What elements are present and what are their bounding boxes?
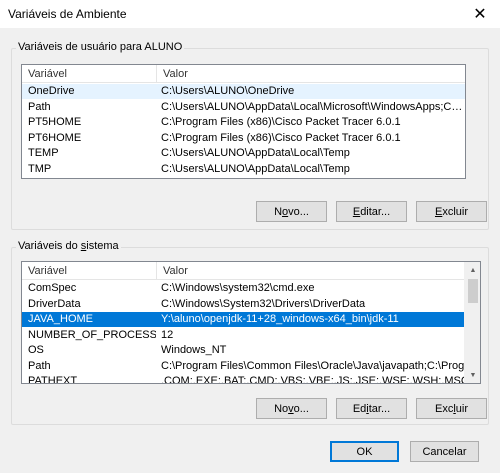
- cell-value: C:\Users\ALUNO\AppData\Local\Temp: [161, 162, 350, 175]
- table-row[interactable]: TEMP C:\Users\ALUNO\AppData\Local\Temp: [22, 146, 465, 161]
- table-row[interactable]: PT5HOME C:\Program Files (x86)\Cisco Pack…: [22, 115, 465, 130]
- system-edit-button[interactable]: Editar...: [336, 398, 407, 419]
- cell-variable: OneDrive: [28, 85, 75, 97]
- cell-value: C:\Program Files (x86)\Cisco Packet Trac…: [161, 116, 401, 128]
- table-row[interactable]: Path C:\Users\ALUNO\AppData\Local\Microso…: [22, 100, 465, 115]
- system-variables-group-label: Variáveis do sistema: [16, 240, 121, 252]
- cell-value: C:\Windows\System32\Drivers\DriverData: [161, 297, 366, 310]
- cell-variable: JAVA_HOME: [28, 313, 93, 325]
- cell-value: 12: [161, 328, 174, 341]
- table-row[interactable]: TMP C:\Users\ALUNO\AppData\Local\Temp: [22, 162, 465, 177]
- table-row[interactable]: Path C:\Program Files\Common Files\Oracle…: [22, 359, 480, 374]
- cell-value: C:\Users\ALUNO\OneDrive: [161, 85, 295, 97]
- cell-value: C:\Users\ALUNO\AppData\Local\Temp: [161, 147, 350, 159]
- column-header-variable[interactable]: Variável: [22, 262, 157, 280]
- user-variables-list[interactable]: Variável Valor OneDrive C:\Users\ALUNO\On…: [21, 64, 466, 179]
- title-bar: Variáveis de Ambiente ✕: [0, 0, 500, 28]
- cell-value: Windows_NT: [161, 344, 227, 356]
- cell-value: C:\Program Files\Common Files\Oracle\Jav…: [161, 359, 478, 372]
- user-new-button[interactable]: Novo...: [256, 201, 327, 222]
- table-row[interactable]: DriverData C:\Windows\System32\Drivers\Dr…: [22, 297, 480, 312]
- system-variables-list-header: Variável Valor: [22, 262, 464, 280]
- table-row[interactable]: OS Windows_NT: [22, 343, 480, 358]
- ok-button[interactable]: OK: [330, 441, 399, 462]
- system-delete-button[interactable]: Excluir: [416, 398, 487, 419]
- close-icon[interactable]: ✕: [460, 0, 500, 28]
- user-variables-group-label: Variáveis de usuário para ALUNO: [16, 41, 185, 53]
- table-row[interactable]: PATHEXT .COM;.EXE;.BAT;.CMD;.VBS;.VBE;.JS…: [22, 374, 480, 384]
- system-new-button[interactable]: Novo...: [256, 398, 327, 419]
- system-variables-list[interactable]: Variável Valor ComSpec C:\Windows\system3…: [21, 261, 481, 384]
- column-header-value[interactable]: Valor: [157, 262, 464, 280]
- user-variables-list-header: Variável Valor: [22, 65, 465, 83]
- column-header-variable[interactable]: Variável: [22, 65, 157, 83]
- cell-variable: PATHEXT: [28, 375, 78, 384]
- table-row[interactable]: JAVA_HOME Y:\aluno\openjdk-11+28_windows-…: [22, 312, 480, 327]
- cell-variable: TEMP: [28, 147, 59, 159]
- cell-variable: TMP: [28, 162, 52, 175]
- cell-variable: NUMBER_OF_PROCESSORS: [28, 328, 156, 341]
- table-row[interactable]: PT6HOME C:\Program Files (x86)\Cisco Pack…: [22, 131, 465, 146]
- table-row[interactable]: NUMBER_OF_PROCESSORS 12: [22, 328, 480, 343]
- cell-variable: DriverData: [28, 297, 81, 310]
- cell-value: C:\Users\ALUNO\AppData\Local\Microsoft\W…: [161, 100, 463, 113]
- cell-variable: ComSpec: [28, 282, 77, 294]
- cell-variable: PT6HOME: [28, 131, 82, 144]
- table-row[interactable]: ComSpec C:\Windows\system32\cmd.exe: [22, 281, 480, 296]
- scroll-down-icon[interactable]: ▼: [465, 367, 480, 383]
- cell-value: .COM;.EXE;.BAT;.CMD;.VBS;.VBE;.JS;.JSE;.…: [161, 375, 469, 384]
- cell-variable: Path: [28, 359, 51, 372]
- scroll-up-icon[interactable]: ▲: [465, 262, 480, 278]
- user-delete-button[interactable]: Excluir: [416, 201, 487, 222]
- cell-variable: PT5HOME: [28, 116, 82, 128]
- system-variables-scrollbar[interactable]: ▲ ▼: [464, 262, 480, 383]
- cell-variable: OS: [28, 344, 44, 356]
- column-header-value[interactable]: Valor: [157, 65, 465, 83]
- user-edit-button[interactable]: Editar...: [336, 201, 407, 222]
- window-title: Variáveis de Ambiente: [8, 7, 127, 21]
- scrollbar-thumb[interactable]: [468, 279, 478, 303]
- cell-value: C:\Program Files (x86)\Cisco Packet Trac…: [161, 131, 401, 144]
- cancel-button[interactable]: Cancelar: [410, 441, 479, 462]
- table-row[interactable]: OneDrive C:\Users\ALUNO\OneDrive: [22, 84, 465, 99]
- cell-value: C:\Windows\system32\cmd.exe: [161, 282, 315, 294]
- cell-value: Y:\aluno\openjdk-11+28_windows-x64_bin\j…: [161, 313, 399, 325]
- cell-variable: Path: [28, 100, 51, 113]
